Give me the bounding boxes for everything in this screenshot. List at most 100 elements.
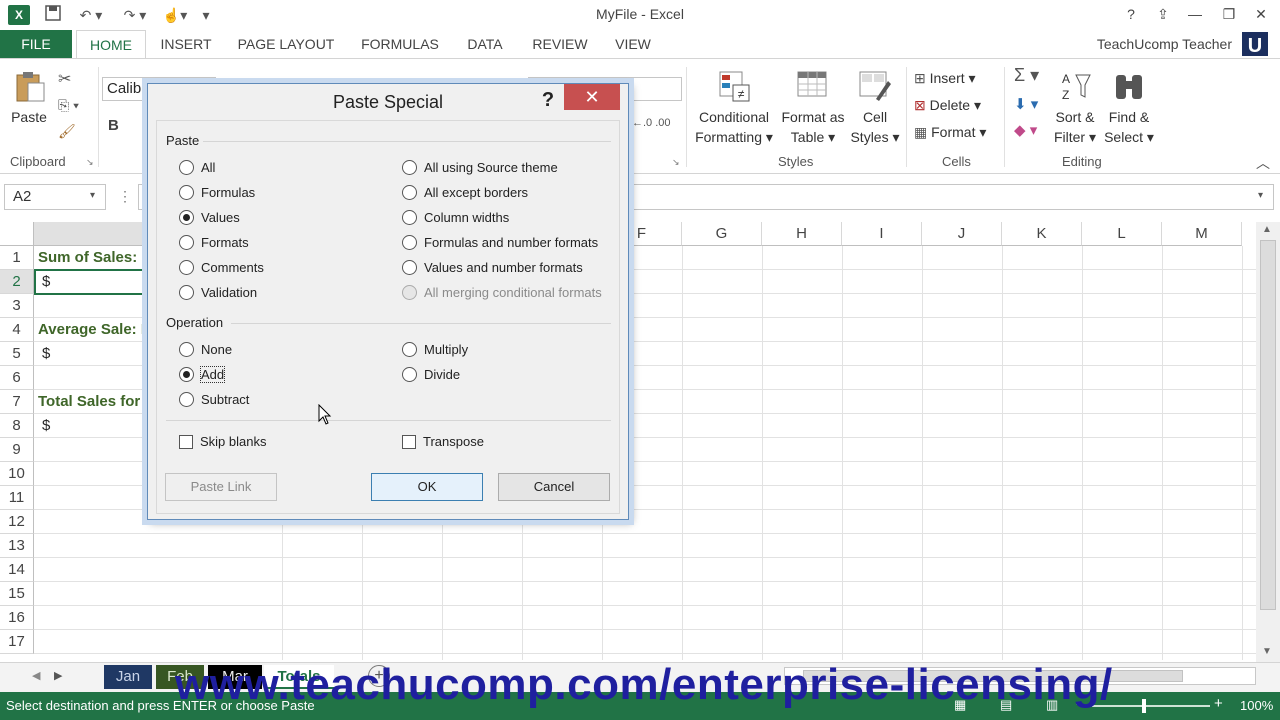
radio-add-circle[interactable]: [179, 367, 194, 383]
row-header[interactable]: 4: [0, 318, 34, 342]
autosum-icon[interactable]: Σ ▾: [1014, 65, 1039, 86]
tab-insert[interactable]: INSERT: [150, 30, 222, 58]
row-header[interactable]: 6: [0, 366, 34, 390]
scroll-down-icon[interactable]: ▼: [1262, 646, 1272, 657]
cell-a4[interactable]: Average Sale: M: [38, 318, 153, 342]
row-header[interactable]: 11: [0, 486, 34, 510]
radio-formulas-number-formats[interactable]: Formulas and number formats: [402, 234, 598, 254]
cut-icon[interactable]: ✂: [58, 69, 71, 89]
row-header[interactable]: 3: [0, 294, 34, 318]
expand-formula-bar-icon[interactable]: ▾: [1258, 190, 1263, 201]
radio-comments[interactable]: Comments: [179, 259, 264, 279]
column-header[interactable]: M: [1162, 222, 1242, 246]
tab-formulas[interactable]: FORMULAS: [350, 30, 450, 58]
skip-blanks-box[interactable]: [179, 434, 193, 449]
paste-button[interactable]: Paste: [8, 69, 50, 127]
sort-filter-button[interactable]: AZ Sort & Filter ▾: [1050, 69, 1100, 147]
dialog-help-icon[interactable]: ?: [536, 86, 560, 114]
radio-all-using-source-theme[interactable]: All using Source theme: [402, 159, 558, 179]
transpose-box[interactable]: [402, 434, 416, 449]
zoom-slider-thumb[interactable]: [1142, 699, 1146, 713]
scroll-up-icon[interactable]: ▲: [1262, 224, 1272, 235]
row-header[interactable]: 10: [0, 462, 34, 486]
column-header[interactable]: K: [1002, 222, 1082, 246]
radio-formats-circle[interactable]: [179, 235, 194, 251]
help-icon[interactable]: ?: [1116, 4, 1146, 24]
row-header[interactable]: 15: [0, 582, 34, 606]
cell-a1[interactable]: Sum of Sales: C: [38, 246, 152, 270]
clipboard-launcher-icon[interactable]: ↘: [86, 157, 94, 168]
conditional-formatting-button[interactable]: ≠ Conditional Formatting ▾: [692, 69, 776, 147]
radio-comments-circle[interactable]: [179, 260, 194, 276]
radio-subtract[interactable]: Subtract: [179, 391, 249, 411]
radio-column-widths-circle[interactable]: [402, 210, 417, 226]
tab-view[interactable]: VIEW: [604, 30, 662, 58]
format-cells-button[interactable]: ▦ Format ▾: [914, 121, 986, 143]
next-sheet-icon[interactable]: ▶: [54, 669, 62, 682]
find-select-button[interactable]: Find & Select ▾: [1102, 69, 1156, 147]
column-header[interactable]: H: [762, 222, 842, 246]
clear-icon[interactable]: ◆ ▾: [1014, 121, 1037, 139]
dialog-close-button[interactable]: ✕: [564, 84, 620, 110]
column-header[interactable]: I: [842, 222, 922, 246]
bold-icon[interactable]: B: [108, 117, 119, 134]
radio-column-widths[interactable]: Column widths: [402, 209, 509, 229]
restore-icon[interactable]: ❐: [1214, 4, 1244, 24]
select-all-corner[interactable]: [0, 222, 34, 246]
radio-add[interactable]: Add: [179, 366, 226, 386]
radio-formats[interactable]: Formats: [179, 234, 249, 254]
insert-cells-button[interactable]: ⊞ Insert ▾: [914, 67, 976, 89]
radio-none[interactable]: None: [179, 341, 232, 361]
radio-formulas[interactable]: Formulas: [179, 184, 255, 204]
cell-a2[interactable]: $: [42, 270, 50, 294]
row-header-active[interactable]: 2: [0, 270, 34, 294]
format-as-table-button[interactable]: Format as Table ▾: [778, 69, 848, 147]
cell-a7[interactable]: Total Sales for: [38, 390, 140, 414]
scroll-thumb[interactable]: [1260, 240, 1276, 610]
radio-source-theme-circle[interactable]: [402, 160, 417, 176]
radio-multiply-circle[interactable]: [402, 342, 417, 358]
row-header[interactable]: 12: [0, 510, 34, 534]
row-header[interactable]: 1: [0, 246, 34, 270]
radio-validation[interactable]: Validation: [179, 284, 257, 304]
tab-file[interactable]: FILE: [0, 30, 72, 58]
radio-values[interactable]: Values: [179, 209, 240, 229]
format-painter-icon[interactable]: 🖌: [58, 123, 76, 140]
ok-button[interactable]: OK: [371, 473, 483, 501]
collapse-ribbon-icon[interactable]: ︿: [1256, 153, 1270, 173]
tab-data[interactable]: DATA: [454, 30, 516, 58]
row-header[interactable]: 5: [0, 342, 34, 366]
radio-subtract-circle[interactable]: [179, 392, 194, 408]
skip-blanks-checkbox[interactable]: Skip blanks: [179, 433, 266, 453]
zoom-level[interactable]: 100%: [1240, 698, 1273, 713]
fill-icon[interactable]: ⬇ ▾: [1014, 95, 1038, 113]
tab-review[interactable]: REVIEW: [520, 30, 600, 58]
radio-values-number-formats-circle[interactable]: [402, 260, 417, 276]
tab-page-layout[interactable]: PAGE LAYOUT: [226, 30, 346, 58]
tab-home[interactable]: HOME: [76, 30, 146, 58]
radio-all-circle[interactable]: [179, 160, 194, 176]
sheet-tab-jan[interactable]: Jan: [104, 665, 152, 689]
zoom-in-icon[interactable]: +: [1214, 695, 1223, 712]
row-header[interactable]: 8: [0, 414, 34, 438]
cancel-button[interactable]: Cancel: [498, 473, 610, 501]
row-header[interactable]: 9: [0, 438, 34, 462]
close-window-icon[interactable]: ✕: [1246, 4, 1276, 24]
ribbon-display-icon[interactable]: ⇪: [1148, 4, 1178, 24]
radio-none-circle[interactable]: [179, 342, 194, 358]
row-header[interactable]: 7: [0, 390, 34, 414]
cell-styles-button[interactable]: Cell Styles ▾: [848, 69, 902, 147]
radio-divide[interactable]: Divide: [402, 366, 460, 386]
radio-divide-circle[interactable]: [402, 367, 417, 383]
radio-values-number-formats[interactable]: Values and number formats: [402, 259, 583, 279]
column-header[interactable]: L: [1082, 222, 1162, 246]
user-name[interactable]: TeachUcomp Teacher: [1097, 36, 1232, 52]
radio-all[interactable]: All: [179, 159, 215, 179]
radio-values-circle[interactable]: [179, 210, 194, 226]
radio-multiply[interactable]: Multiply: [402, 341, 468, 361]
radio-formulas-number-formats-circle[interactable]: [402, 235, 417, 251]
row-header[interactable]: 17: [0, 630, 34, 654]
name-box-dropdown-icon[interactable]: ▾: [90, 190, 95, 201]
transpose-checkbox[interactable]: Transpose: [402, 433, 484, 453]
cell-a5[interactable]: $: [42, 342, 50, 366]
